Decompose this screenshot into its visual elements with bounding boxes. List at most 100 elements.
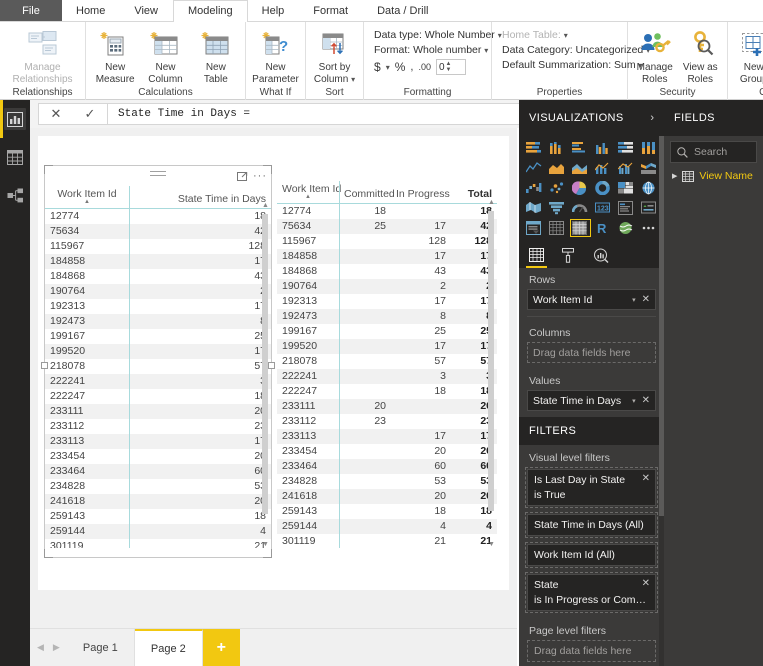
new-table-button[interactable]: New Table <box>191 25 241 85</box>
matrix-vertical-scrollbar[interactable]: ▲ ▼ <box>487 199 495 548</box>
stepper-down-icon[interactable]: ▼ <box>446 67 452 73</box>
area-chart-icon[interactable] <box>547 159 568 177</box>
chevron-down-icon[interactable]: ▾ <box>632 296 636 304</box>
decimal-places-button[interactable]: .00 <box>418 62 431 72</box>
matrix-visual[interactable]: Work Item Id ▲ Committed In Progress Tot… <box>276 176 498 558</box>
funnel-icon[interactable] <box>547 199 568 217</box>
page-tab-page-1[interactable]: Page 1 <box>67 629 135 666</box>
matrix-row[interactable]: 192313 17 17 <box>277 294 497 309</box>
matrix-row[interactable]: 259143 18 18 <box>277 504 497 519</box>
arcgis-map-icon[interactable] <box>615 219 636 237</box>
table-row[interactable]: 233113 17 <box>45 434 271 449</box>
resize-handle-right[interactable] <box>268 361 275 369</box>
resize-handle-bl[interactable] <box>44 549 53 558</box>
scatter-chart-icon[interactable] <box>547 179 568 197</box>
new-parameter-button[interactable]: ? New Parameter <box>250 25 301 85</box>
remove-field-icon[interactable]: ✕ <box>642 294 650 305</box>
matrix-row[interactable]: 233454 20 20 <box>277 444 497 459</box>
percent-format-button[interactable]: % <box>395 60 406 74</box>
treemap-icon[interactable] <box>615 179 636 197</box>
clustered-column-chart-icon[interactable] <box>593 139 614 157</box>
resize-handle-tl[interactable] <box>44 165 53 174</box>
card-icon[interactable]: 123 <box>593 199 614 217</box>
chevron-down-icon[interactable]: ▾ <box>484 46 488 55</box>
donut-chart-icon[interactable] <box>593 179 614 197</box>
page-prev-icon[interactable]: ◀ <box>37 642 44 653</box>
matrix-row[interactable]: 241618 20 20 <box>277 489 497 504</box>
nav-report-view[interactable] <box>0 100 30 138</box>
add-page-button[interactable]: + <box>202 629 240 666</box>
chevron-down-icon[interactable]: ▾ <box>351 75 355 84</box>
matrix-row[interactable]: 259144 4 4 <box>277 519 497 534</box>
table-row[interactable]: 199520 17 <box>45 344 271 359</box>
table-row[interactable]: 218078 57 <box>45 359 271 374</box>
matrix-row[interactable]: 115967 128 128 <box>277 234 497 249</box>
table-col-header-state-time[interactable]: State Time in Days <box>129 186 271 209</box>
matrix-icon[interactable] <box>569 219 591 237</box>
multi-row-card-icon[interactable] <box>615 199 636 217</box>
table-col-header-work-item-id[interactable]: Work Item Id ▲ <box>45 186 129 209</box>
chevron-down-icon[interactable]: ▾ <box>386 63 390 72</box>
resize-handle-left[interactable] <box>41 361 48 369</box>
table-row[interactable]: 184858 17 <box>45 254 271 269</box>
page-tab-page-2[interactable]: Page 2 <box>134 629 203 666</box>
100-stacked-bar-chart-icon[interactable] <box>615 139 636 157</box>
table-row[interactable]: 241618 20 <box>45 494 271 509</box>
matrix-row[interactable]: 199167 25 25 <box>277 324 497 339</box>
matrix-row[interactable]: 184868 43 43 <box>277 264 497 279</box>
gauge-icon[interactable] <box>570 199 591 217</box>
menu-tab-help[interactable]: Help <box>247 0 300 21</box>
table-row[interactable]: 222247 18 <box>45 389 271 404</box>
table-row[interactable]: 75634 42 <box>45 224 271 239</box>
format-tab[interactable] <box>562 242 575 268</box>
page-next-icon[interactable]: ▶ <box>53 642 60 653</box>
r-script-visual-icon[interactable]: R <box>593 219 614 237</box>
visualization-type-gallery[interactable]: 123 R <box>519 136 664 242</box>
table-row[interactable]: 301119 21 <box>45 539 271 548</box>
map-icon[interactable] <box>638 179 659 197</box>
resize-handle-br[interactable] <box>263 549 272 558</box>
fields-search-box[interactable]: Search <box>670 141 757 163</box>
100-stacked-column-chart-icon[interactable] <box>638 139 659 157</box>
matrix-row[interactable]: 222247 18 18 <box>277 384 497 399</box>
table-row[interactable]: 233111 20 <box>45 404 271 419</box>
analytics-tab[interactable] <box>593 242 609 268</box>
matrix-visual-grid[interactable]: Work Item Id ▲ Committed In Progress Tot… <box>277 181 497 548</box>
resize-handle-tr[interactable] <box>263 165 272 174</box>
table-row[interactable]: 259143 18 <box>45 509 271 524</box>
kpi-icon[interactable] <box>638 199 659 217</box>
matrix-row[interactable]: 75634 25 17 42 <box>277 219 497 234</box>
scroll-thumb[interactable] <box>488 211 494 511</box>
default-summarization-dropdown[interactable]: Default Summarization: Sum ▾ <box>496 56 643 71</box>
filled-map-icon[interactable] <box>524 199 545 217</box>
table-row[interactable]: 199167 25 <box>45 329 271 344</box>
filter-card-is-last-day-in-state[interactable]: Is Last Day in State is True ✕ <box>527 469 656 506</box>
focus-mode-icon[interactable] <box>237 171 248 182</box>
format-dropdown[interactable]: Format: Whole number ▾ <box>368 41 488 56</box>
pie-chart-icon[interactable] <box>570 179 591 197</box>
table-row[interactable]: 184868 43 <box>45 269 271 284</box>
matrix-row[interactable]: 233111 20 20 <box>277 399 497 414</box>
matrix-horizontal-scrollbar[interactable] <box>277 548 497 557</box>
line-clustered-column-chart-icon[interactable] <box>615 159 636 177</box>
table-row[interactable]: 192313 17 <box>45 299 271 314</box>
table-row[interactable]: 222241 3 <box>45 374 271 389</box>
chevron-down-icon[interactable]: ▾ <box>564 31 568 40</box>
menu-tab-view[interactable]: View <box>120 0 173 21</box>
view-as-roles-button[interactable]: View as Roles <box>678 25 724 85</box>
remove-field-icon[interactable]: ✕ <box>642 395 650 406</box>
more-visuals-icon[interactable] <box>638 219 659 237</box>
matrix-row[interactable]: 184858 17 17 <box>277 249 497 264</box>
waterfall-chart-icon[interactable] <box>524 179 545 197</box>
menu-tab-home[interactable]: Home <box>62 0 121 21</box>
filter-card-state[interactable]: State is In Progress or Com… ✕ <box>527 574 656 611</box>
new-column-button[interactable]: New Column <box>140 25 190 85</box>
well-field-rows[interactable]: Work Item Id ▾ ✕ <box>527 289 656 310</box>
table-row[interactable]: 192473 8 <box>45 314 271 329</box>
matrix-row[interactable]: 19247388 <box>277 309 497 324</box>
table-row[interactable]: 259144 4 <box>45 524 271 539</box>
fields-tab[interactable] <box>526 242 547 268</box>
currency-format-button[interactable]: $ <box>374 60 381 74</box>
matrix-col-header-in-progress[interactable]: In Progress <box>391 181 451 204</box>
menu-tab-data-drill[interactable]: Data / Drill <box>363 0 444 21</box>
